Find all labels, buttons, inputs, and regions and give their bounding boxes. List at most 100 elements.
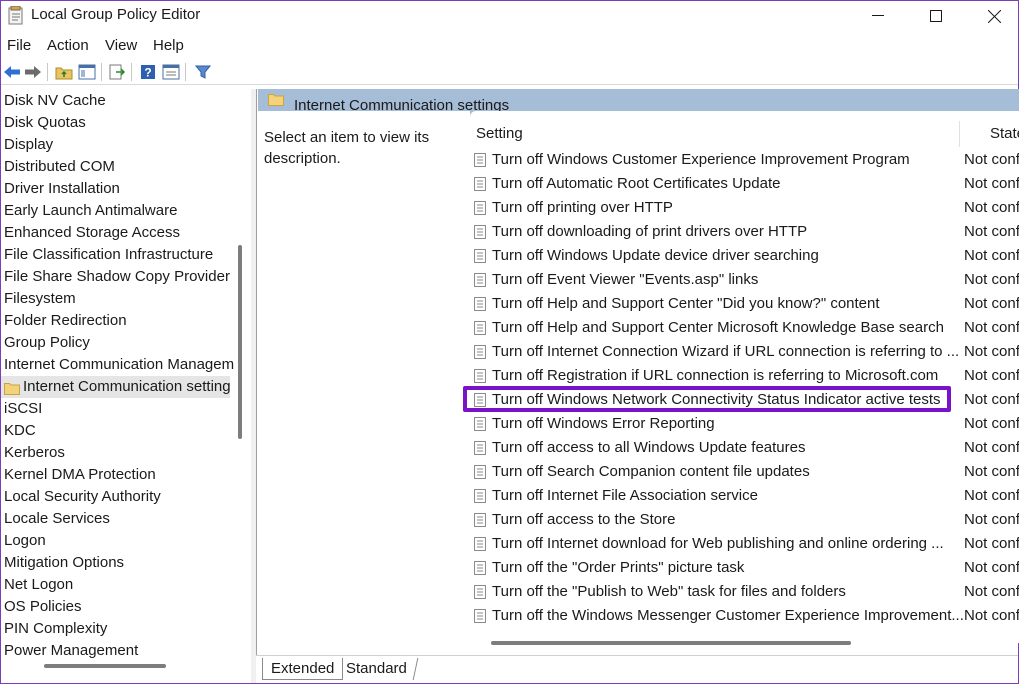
table-row[interactable]: Turn off printing over HTTP Not configure… — [470, 196, 1019, 220]
tree-item-label: Disk Quotas — [4, 114, 86, 131]
tree-item[interactable]: iSCSI — [4, 398, 42, 420]
tree-item-label: Logon — [4, 532, 46, 549]
tree-item[interactable]: Group Policy — [4, 332, 90, 354]
table-row[interactable]: Turn off Automatic Root Certificates Upd… — [470, 172, 1019, 196]
table-row[interactable]: Turn off the Windows Messenger Customer … — [470, 604, 1019, 628]
view-tabs: Extended Standard — [256, 655, 1018, 683]
filter-icon[interactable] — [193, 62, 213, 82]
maximize-button[interactable] — [907, 1, 965, 31]
table-row[interactable]: Turn off Search Companion content file u… — [470, 460, 1019, 484]
table-row[interactable]: Turn off the "Order Prints" picture task… — [470, 556, 1019, 580]
table-row[interactable]: Turn off Help and Support Center Microso… — [470, 316, 1019, 340]
setting-state: Not configured — [964, 511, 1019, 528]
tree-item[interactable]: Early Launch Antimalware — [4, 200, 177, 222]
tree-item[interactable]: Distributed COM — [4, 156, 115, 178]
tree-item[interactable]: Power Management — [4, 640, 138, 662]
setting-state: Not configured — [964, 367, 1019, 384]
tree-item[interactable]: Logon — [4, 530, 46, 552]
setting-name: Turn off Help and Support Center "Did yo… — [492, 295, 880, 312]
table-row[interactable]: Turn off Windows Error Reporting Not conf… — [470, 412, 1019, 436]
details-header: Internet Communication settings — [258, 89, 1019, 114]
export-list-icon[interactable] — [107, 62, 127, 82]
tree-horizontal-scrollbar[interactable] — [44, 664, 166, 668]
tree-item[interactable]: OS Policies — [4, 596, 82, 618]
tree-item[interactable]: Disk NV Cache — [4, 90, 106, 112]
setting-name: Turn off Event Viewer "Events.asp" links — [492, 271, 759, 288]
setting-state: Not configured — [964, 463, 1019, 480]
policy-setting-icon — [474, 177, 487, 196]
tree-item[interactable]: Filesystem — [4, 288, 76, 310]
tree-item[interactable]: Kerberos — [4, 442, 65, 464]
list-horizontal-scrollbar[interactable] — [491, 641, 851, 645]
tree-item-label: PIN Complexity — [4, 620, 108, 637]
table-row[interactable]: Turn off the "Publish to Web" task for f… — [470, 580, 1019, 604]
setting-name: Turn off the "Publish to Web" task for f… — [492, 583, 846, 600]
tree-vertical-scrollbar[interactable] — [238, 245, 242, 439]
tree-item-label: Driver Installation — [4, 180, 120, 197]
minimize-button[interactable] — [849, 1, 907, 31]
setting-name: Turn off Windows Error Reporting — [492, 415, 715, 432]
tree-item-label: KDC — [4, 422, 36, 439]
help-icon[interactable]: ? — [138, 62, 158, 82]
up-folder-icon[interactable] — [54, 62, 74, 82]
properties-icon[interactable] — [161, 62, 181, 82]
setting-name: Turn off Windows Customer Experience Imp… — [492, 151, 910, 168]
table-row[interactable]: Turn off access to all Windows Update fe… — [470, 436, 1019, 460]
column-header-setting[interactable]: Setting — [476, 125, 523, 142]
setting-name: Turn off the "Order Prints" picture task — [492, 559, 745, 576]
tree-item[interactable]: Disk Quotas — [4, 112, 86, 134]
forward-icon[interactable] — [23, 62, 43, 82]
tree-item-label: Early Launch Antimalware — [4, 202, 178, 219]
settings-list: Setting State Turn off Windows Customer … — [470, 111, 1019, 643]
setting-state: Not configured — [964, 271, 1019, 288]
tree-item[interactable]: File Classification Infrastructure — [4, 244, 213, 266]
tree-item[interactable]: File Share Shadow Copy Provider — [4, 266, 230, 288]
show-hide-tree-icon[interactable] — [77, 62, 97, 82]
tab-extended[interactable]: Extended — [262, 658, 344, 680]
close-button[interactable] — [965, 1, 1019, 31]
tree-item[interactable]: PIN Complexity — [4, 618, 107, 640]
tab-standard-label: Standard — [346, 660, 407, 677]
menu-file[interactable]: File — [7, 37, 31, 54]
setting-name: Turn off downloading of print drivers ov… — [492, 223, 808, 240]
table-row[interactable]: Turn off Registration if URL connection … — [470, 364, 1019, 388]
tree-item[interactable]: Locale Services — [4, 508, 110, 530]
table-row[interactable]: Turn off Internet download for Web publi… — [470, 532, 1019, 556]
tab-standard[interactable]: Standard — [335, 658, 419, 680]
table-row[interactable]: Turn off downloading of print drivers ov… — [470, 220, 1019, 244]
setting-name: Turn off Internet File Association servi… — [492, 487, 758, 504]
tree-item[interactable]: Net Logon — [4, 574, 73, 596]
policy-setting-icon — [474, 201, 487, 220]
table-row[interactable]: Turn off Help and Support Center "Did yo… — [470, 292, 1019, 316]
table-row[interactable]: Turn off access to the Store Not configur… — [470, 508, 1019, 532]
window-title: Local Group Policy Editor — [31, 6, 201, 23]
table-row[interactable]: Turn off Event Viewer "Events.asp" links… — [470, 268, 1019, 292]
menu-view[interactable]: View — [105, 37, 137, 54]
tree-item[interactable]: Display — [4, 134, 53, 156]
tree-item[interactable]: Internet Communication setting — [1, 376, 231, 398]
tree-item[interactable]: Internet Communication Managem — [4, 354, 234, 376]
tree-item[interactable]: KDC — [4, 420, 36, 442]
setting-state: Not configured — [964, 391, 1019, 408]
menu-help[interactable]: Help — [153, 37, 184, 54]
tree-item-label: iSCSI — [4, 400, 43, 417]
back-icon[interactable] — [2, 62, 22, 82]
policy-setting-icon — [474, 561, 487, 580]
column-header-state[interactable]: State — [990, 125, 1019, 142]
table-row[interactable]: Turn off Internet File Association servi… — [470, 484, 1019, 508]
tree-item[interactable]: Kernel DMA Protection — [4, 464, 156, 486]
table-row[interactable]: Turn off Internet Connection Wizard if U… — [470, 340, 1019, 364]
tree-item-label: Net Logon — [4, 576, 74, 593]
tree-item[interactable]: Driver Installation — [4, 178, 120, 200]
table-row[interactable]: Turn off Windows Customer Experience Imp… — [470, 148, 1019, 172]
tree-pane: Disk NV Cache Disk Quotas Display Distribut… — [1, 89, 251, 683]
tree-item[interactable]: Enhanced Storage Access — [4, 222, 180, 244]
menu-action[interactable]: Action — [47, 37, 89, 54]
tree-item[interactable]: Mitigation Options — [4, 552, 124, 574]
table-row[interactable]: Turn off Windows Update device driver se… — [470, 244, 1019, 268]
tree-item[interactable]: Folder Redirection — [4, 310, 127, 332]
setting-name: Turn off Registration if URL connection … — [492, 367, 939, 384]
tree-item[interactable]: Local Security Authority — [4, 486, 161, 508]
tree-item-label: Internet Communication Managem — [4, 356, 235, 373]
policy-setting-icon — [474, 249, 487, 268]
